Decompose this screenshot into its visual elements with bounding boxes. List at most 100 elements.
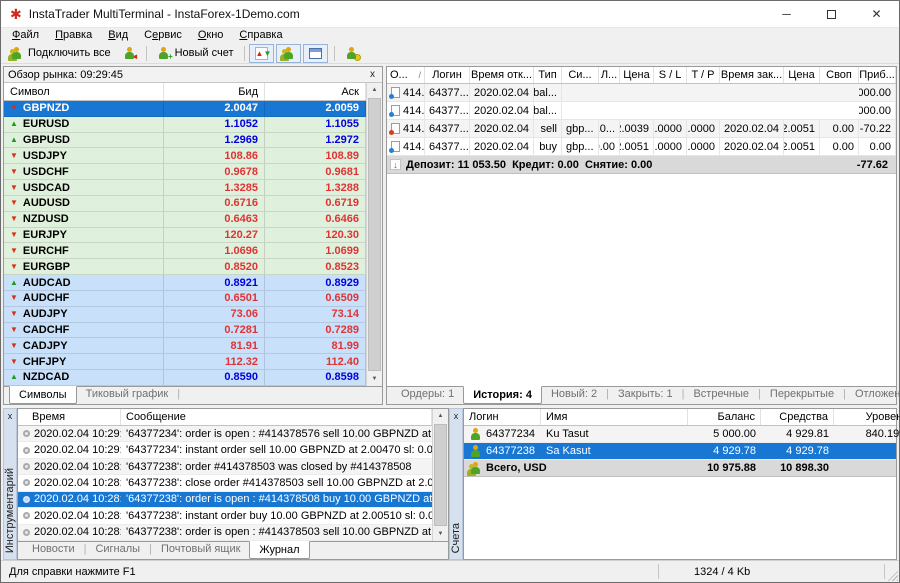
orders-column-header-0[interactable]: О.../ — [387, 67, 425, 83]
journal-column-header-1[interactable]: Сообщение — [121, 409, 432, 425]
journal-row-4[interactable]: 2020.02.04 10:28:...'64377238': order is… — [18, 492, 432, 508]
menu-Окно[interactable]: Окно — [190, 28, 232, 43]
journal-row-2[interactable]: 2020.02.04 10:28:...'64377238': order #4… — [18, 459, 432, 475]
accounts-column-header-1[interactable]: Имя — [541, 409, 688, 425]
orders-column-header-10[interactable]: Цена — [784, 67, 820, 83]
market-row-audjpy[interactable]: ▼AUDJPY73.0673.14 — [4, 307, 366, 323]
market-row-nzdusd[interactable]: ▼NZDUSD0.64630.6466 — [4, 212, 366, 228]
market-row-eurchf[interactable]: ▼EURCHF1.06961.0699 — [4, 243, 366, 259]
market-row-audchf[interactable]: ▼AUDCHF0.65010.6509 — [4, 291, 366, 307]
journal-tab-2[interactable]: Почтовый ящик — [152, 542, 249, 557]
accounts-panel: x Счета ЛогинИмяБалансСредстваУровень 64… — [449, 408, 897, 560]
journal-row-6[interactable]: 2020.02.04 10:28:...'64377238': order is… — [18, 525, 432, 541]
orders-tab-0[interactable]: Ордеры: 1 — [392, 387, 463, 402]
scroll-down-icon[interactable]: ▼ — [367, 372, 382, 386]
connect-all-button[interactable]: Подключить все — [4, 44, 117, 63]
orders-column-header-12[interactable]: Приб... — [859, 67, 896, 83]
market-row-eurgbp[interactable]: ▼EURGBP0.85200.8523 — [4, 259, 366, 275]
scroll-down-icon[interactable]: ▼ — [433, 527, 448, 541]
order-row-3[interactable]: 414...64377...2020.02.04 ...buygbp...0.0… — [387, 138, 896, 156]
accounts-column-header-0[interactable]: Логин — [464, 409, 541, 425]
order-row-0[interactable]: 414...64377...2020.02.04 ...bal...5 000.… — [387, 84, 896, 102]
scroll-thumb[interactable] — [434, 424, 447, 526]
orders-tab-2[interactable]: Новый: 2 — [542, 387, 606, 402]
journal-row-5[interactable]: 2020.02.04 10:28:...'64377238': instant … — [18, 508, 432, 524]
order-row-1[interactable]: 414...64377...2020.02.04 ...bal...5 000.… — [387, 102, 896, 120]
journal-tab-1[interactable]: Сигналы — [86, 542, 149, 557]
toggle-accounts-button[interactable] — [276, 44, 301, 63]
account-row-64377238[interactable]: 64377238Sa Kasut4 929.784 929.78 — [464, 443, 896, 460]
journal-tab-3[interactable]: Журнал — [249, 541, 309, 559]
orders-column-header-7[interactable]: S / L — [654, 67, 687, 83]
orders-column-header-6[interactable]: Цена — [620, 67, 654, 83]
market-row-gbpnzd[interactable]: ▼GBPNZD2.00472.0059 — [4, 101, 366, 117]
market-row-usdchf[interactable]: ▼USDCHF0.96780.9681 — [4, 164, 366, 180]
market-watch-tab-0[interactable]: Символы — [9, 386, 77, 404]
orders-tab-6[interactable]: Отложенный: 1 — [846, 387, 900, 402]
menu-Справка[interactable]: Справка — [231, 28, 290, 43]
orders-tab-5[interactable]: Перекрытые — [761, 387, 843, 402]
market-row-usdcad[interactable]: ▼USDCAD1.32851.3288 — [4, 180, 366, 196]
accounts-column-header-3[interactable]: Средства — [761, 409, 834, 425]
orders-column-header-5[interactable]: Л... — [599, 67, 620, 83]
market-row-gbpusd[interactable]: ▲GBPUSD1.29691.2972 — [4, 133, 366, 149]
accounts-column-header-2[interactable]: Баланс — [688, 409, 761, 425]
scroll-up-icon[interactable]: ▲ — [433, 409, 448, 423]
accounts-column-header-4[interactable]: Уровень — [834, 409, 900, 425]
journal-row-0[interactable]: 2020.02.04 10:29:...'64377234': order is… — [18, 426, 432, 442]
orders-tab-3[interactable]: Закрыть: 1 — [609, 387, 682, 402]
orders-column-header-9[interactable]: Время зак... — [720, 67, 784, 83]
journal-row-3[interactable]: 2020.02.04 10:28:...'64377238': close or… — [18, 475, 432, 491]
resize-grip[interactable] — [885, 568, 898, 581]
market-row-usdjpy[interactable]: ▼USDJPY108.86108.89 — [4, 148, 366, 164]
orders-column-header-4[interactable]: Си... — [562, 67, 599, 83]
column-header-0[interactable]: Символ — [4, 83, 164, 100]
journal-tab-0[interactable]: Новости — [23, 542, 84, 557]
ask-value: 0.6466 — [265, 212, 366, 227]
orders-tab-4[interactable]: Встречные — [684, 387, 758, 402]
journal-scrollbar[interactable]: ▲ ▼ — [432, 409, 448, 541]
scroll-thumb[interactable] — [368, 98, 381, 371]
market-row-eurjpy[interactable]: ▼EURJPY120.27120.30 — [4, 228, 366, 244]
market-watch-close-icon[interactable]: x — [367, 70, 378, 80]
column-header-2[interactable]: Аск — [265, 83, 366, 100]
market-row-audusd[interactable]: ▼AUDUSD0.67160.6719 — [4, 196, 366, 212]
new-account-button[interactable]: + Новый счет — [151, 44, 240, 63]
toolbox-close-icon[interactable]: x — [8, 409, 13, 423]
orders-column-header-1[interactable]: Логин — [425, 67, 470, 83]
journal-column-header-0[interactable]: Время — [18, 409, 121, 425]
menu-Правка[interactable]: Правка — [47, 28, 100, 43]
account-settings-button[interactable] — [339, 44, 364, 63]
toggle-toolbox-button[interactable] — [303, 44, 328, 63]
market-watch-tab-1[interactable]: Тиковый график — [77, 387, 178, 402]
minimize-button[interactable]: ─ — [764, 1, 809, 27]
orders-column-header-8[interactable]: T / P — [687, 67, 720, 83]
market-row-audcad[interactable]: ▲AUDCAD0.89210.8929 — [4, 275, 366, 291]
symbol-label: GBPUSD — [23, 134, 70, 146]
orders-column-header-2[interactable]: Время отк... — [470, 67, 534, 83]
accounts-close-icon[interactable]: x — [454, 409, 459, 423]
column-header-1[interactable]: Бид — [164, 83, 265, 100]
market-row-chfjpy[interactable]: ▼CHFJPY112.32112.40 — [4, 354, 366, 370]
journal-row-1[interactable]: 2020.02.04 10:29:...'64377234': instant … — [18, 442, 432, 458]
toggle-market-watch-button[interactable]: ▲▼ — [249, 44, 274, 63]
market-row-cadjpy[interactable]: ▼CADJPY81.9181.99 — [4, 338, 366, 354]
close-button[interactable]: ✕ — [854, 1, 899, 27]
market-row-nzdcad[interactable]: ▲NZDCAD0.85900.8598 — [4, 370, 366, 386]
menu-Файл[interactable]: Файл — [4, 28, 47, 43]
market-watch-scrollbar[interactable]: ▲ ▼ — [366, 83, 382, 386]
orders-column-header-3[interactable]: Тип — [534, 67, 562, 83]
orders-tab-1[interactable]: История: 4 — [463, 386, 542, 404]
symbol-cell: ▼USDCHF — [4, 164, 164, 179]
market-row-eurusd[interactable]: ▲EURUSD1.10521.1055 — [4, 117, 366, 133]
maximize-button[interactable] — [809, 1, 854, 27]
menu-Вид[interactable]: Вид — [100, 28, 136, 43]
orders-column-header-11[interactable]: Своп — [820, 67, 859, 83]
scroll-up-icon[interactable]: ▲ — [367, 83, 382, 97]
market-row-cadchf[interactable]: ▼CADCHF0.72810.7289 — [4, 323, 366, 339]
account-row-64377234[interactable]: 64377234Ku Tasut5 000.004 929.81840.19% — [464, 426, 896, 443]
ask-value: 0.9681 — [265, 164, 366, 179]
order-row-2[interactable]: 414...64377...2020.02.04 ...sellgbp...10… — [387, 120, 896, 138]
menu-Сервис[interactable]: Сервис — [136, 28, 190, 43]
disconnect-all-button[interactable]: ◄ — [117, 44, 142, 63]
